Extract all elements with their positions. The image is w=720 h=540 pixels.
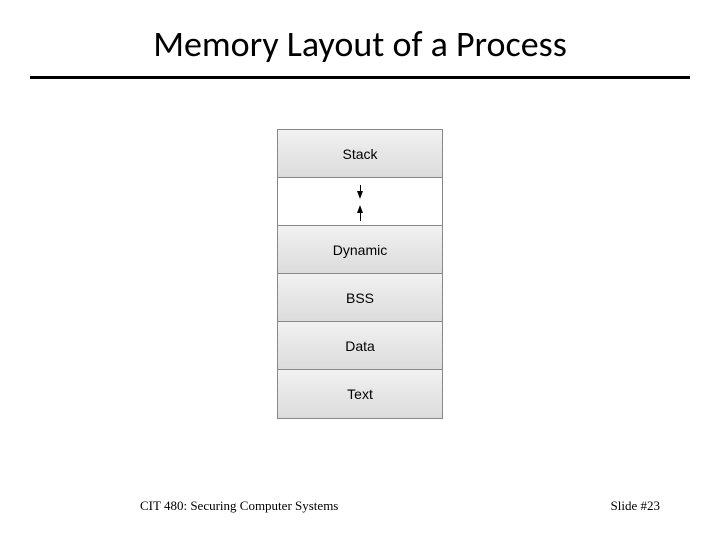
arrow-down-icon [357,191,363,199]
segment-text: Text [278,370,442,418]
slide-title: Memory Layout of a Process [0,0,720,76]
arrow-up-icon [357,205,363,213]
memory-stack: Stack Dynamic BSS Data Text [277,129,443,419]
segment-stack: Stack [278,130,442,178]
footer: CIT 480: Securing Computer Systems Slide… [0,498,720,514]
segment-gap [278,178,442,226]
segment-bss: BSS [278,274,442,322]
title-underline [30,76,690,79]
memory-diagram: Stack Dynamic BSS Data Text [0,129,720,419]
footer-slide-number: Slide #23 [611,498,660,514]
footer-course: CIT 480: Securing Computer Systems [140,498,338,514]
segment-data: Data [278,322,442,370]
segment-dynamic: Dynamic [278,226,442,274]
